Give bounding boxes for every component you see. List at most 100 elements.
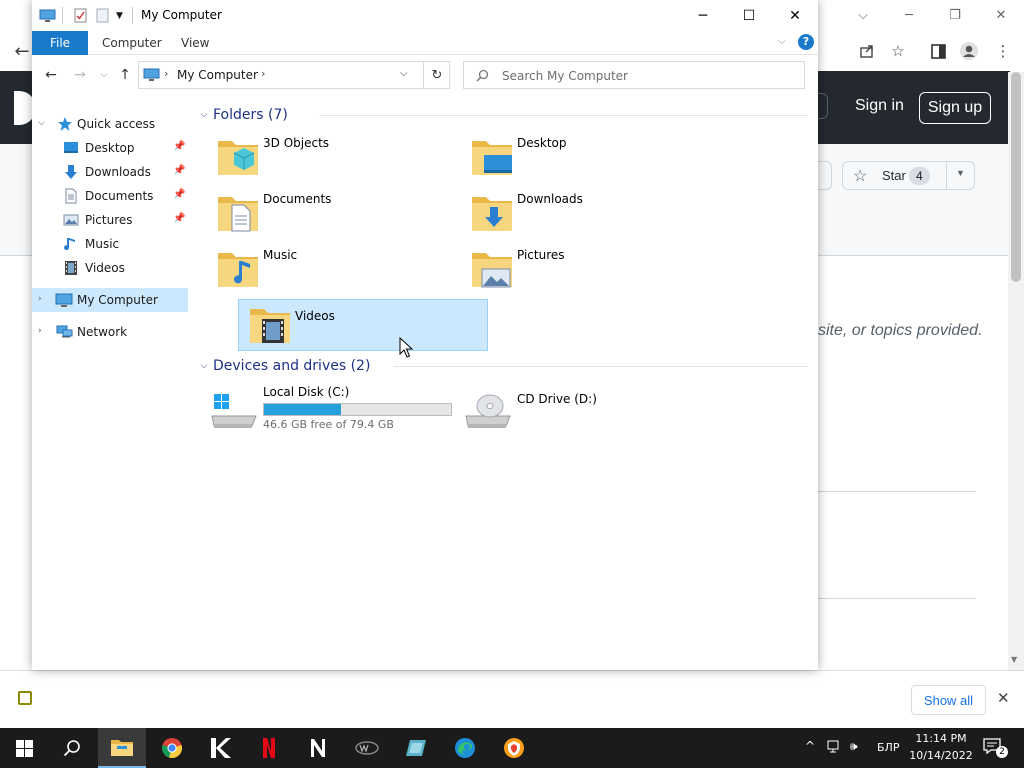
search-box[interactable] — [463, 61, 805, 89]
folder-pictures[interactable]: Pictures — [460, 243, 710, 295]
help-icon[interactable]: ? — [798, 34, 814, 50]
browser-restore-button[interactable]: ❐ — [932, 0, 978, 30]
explorer-title-bar[interactable]: ▼ My Computer ─ ☐ ✕ — [32, 0, 818, 31]
chrome-icon[interactable] — [148, 728, 196, 768]
folder-videos[interactable]: Videos — [238, 299, 488, 351]
browser-scrollbar-thumb[interactable] — [1011, 72, 1021, 282]
divider — [818, 491, 976, 492]
forward-button[interactable]: → — [70, 65, 90, 85]
network-tray-icon[interactable] — [827, 739, 843, 756]
sidebar-item-network[interactable]: › Network — [32, 320, 188, 344]
breadcrumb-my-computer[interactable]: My Computer — [177, 68, 258, 82]
profile-avatar-icon[interactable] — [957, 39, 981, 63]
side-panel-icon[interactable] — [926, 39, 950, 63]
clock-time[interactable]: 11:14 PM — [908, 732, 974, 745]
pin-icon[interactable]: 📌 — [173, 165, 185, 176]
tray-overflow-chevron-icon[interactable]: ^ — [805, 739, 815, 753]
bookmark-star-icon[interactable]: ☆ — [886, 39, 910, 63]
scroll-down-arrow-icon[interactable]: ▼ — [1011, 655, 1017, 664]
browser-close-button[interactable]: ✕ — [978, 0, 1024, 30]
star-dropdown-caret-icon[interactable]: ▼ — [956, 168, 965, 178]
sidebar-item-label: Documents — [85, 189, 154, 203]
notification-center-icon[interactable]: 2 — [983, 738, 1008, 758]
app-shield-icon[interactable] — [490, 728, 538, 768]
recent-locations-chevron-icon[interactable]: ⌵ — [94, 65, 114, 85]
close-button[interactable]: ✕ — [772, 0, 818, 31]
folder-desktop[interactable]: Desktop — [460, 131, 710, 183]
windows-start-icon[interactable] — [0, 728, 48, 768]
drive-local-disk-c[interactable]: Local Disk (C:) 46.6 GB free of 79.4 GB — [206, 384, 456, 440]
sign-up-button[interactable]: Sign up — [919, 92, 991, 124]
search-icon[interactable] — [48, 728, 96, 768]
address-history-dropdown-icon[interactable]: ⌵ — [400, 68, 408, 79]
folder-label: Documents — [263, 192, 332, 206]
chevron-down-icon[interactable]: ⌵ — [38, 118, 45, 128]
pin-icon[interactable]: 📌 — [173, 141, 185, 152]
download-file-icon[interactable] — [18, 691, 32, 705]
devices-group-header[interactable]: ⌵ Devices and drives (2) — [196, 355, 371, 377]
share-icon[interactable] — [855, 39, 879, 63]
sidebar-item-label: Videos — [85, 261, 125, 275]
new-folder-icon[interactable] — [96, 7, 109, 24]
sidebar-item-documents[interactable]: Documents 📌 — [32, 184, 188, 208]
sidebar-item-downloads[interactable]: Downloads 📌 — [32, 160, 188, 184]
volume-icon[interactable]: 🕪 — [850, 739, 858, 754]
folder-music[interactable]: Music — [206, 243, 456, 295]
chevron-right-icon[interactable]: › — [38, 326, 42, 336]
browser-scrollbar[interactable] — [1008, 72, 1024, 670]
search-input[interactable] — [502, 67, 792, 85]
tab-computer[interactable]: Computer — [90, 31, 174, 55]
browser-menu-kebab-icon[interactable]: ⋮ — [991, 39, 1015, 63]
sidebar-item-videos[interactable]: Videos — [32, 256, 188, 280]
star-label: Star — [882, 168, 906, 183]
customize-quick-access-dropdown-icon[interactable]: ▼ — [116, 7, 123, 24]
chevron-right-icon[interactable]: › — [38, 294, 42, 304]
refresh-button[interactable]: ↻ — [423, 61, 450, 89]
sidebar-item-desktop[interactable]: Desktop 📌 — [32, 136, 188, 160]
back-button[interactable]: ← — [41, 65, 61, 85]
edge-icon[interactable] — [441, 728, 489, 768]
chevron-down-icon[interactable]: ⌵ — [196, 110, 212, 120]
tab-file[interactable]: File — [32, 31, 88, 55]
clock-date[interactable]: 10/14/2022 — [908, 749, 974, 762]
maximize-button[interactable]: ☐ — [726, 0, 772, 31]
expand-ribbon-chevron-icon[interactable]: ⌵ — [778, 36, 786, 47]
up-button[interactable]: ↑ — [115, 65, 135, 85]
breadcrumb-separator-icon[interactable]: › — [164, 67, 168, 80]
app-blue-icon[interactable] — [392, 728, 440, 768]
computer-icon[interactable] — [39, 7, 56, 24]
sidebar-item-quick-access[interactable]: ⌵ Quick access — [32, 112, 188, 136]
folder-downloads[interactable]: Downloads — [460, 187, 710, 239]
sidebar-item-music[interactable]: Music — [32, 232, 188, 256]
pin-icon[interactable]: 📌 — [173, 213, 185, 224]
netflix-icon[interactable] — [245, 728, 293, 768]
input-language-indicator[interactable]: БЛР — [877, 741, 899, 754]
folder-documents[interactable]: Documents — [206, 187, 456, 239]
tab-search-chevron-icon[interactable]: ⌵ — [840, 0, 886, 30]
app-k-icon[interactable] — [196, 728, 244, 768]
star-button[interactable]: ☆ Star 4 ▼ — [842, 161, 975, 190]
notion-icon[interactable] — [294, 728, 342, 768]
folder-label: Downloads — [517, 192, 583, 206]
drive-free-space: 46.6 GB free of 79.4 GB — [263, 418, 394, 431]
close-download-bar-icon[interactable]: ✕ — [997, 689, 1010, 707]
minimize-button[interactable]: ─ — [680, 0, 726, 31]
show-all-downloads-button[interactable]: Show all — [911, 685, 986, 715]
music-folder-icon — [218, 253, 258, 287]
wd-icon[interactable] — [343, 728, 391, 768]
pin-icon[interactable]: 📌 — [173, 189, 185, 200]
browser-minimize-button[interactable]: ─ — [886, 0, 932, 30]
properties-icon[interactable] — [74, 7, 87, 24]
breadcrumb-separator-icon[interactable]: › — [261, 67, 265, 80]
address-bar[interactable]: › My Computer › ⌵ — [138, 61, 450, 89]
folders-group-header[interactable]: ⌵ Folders (7) — [196, 104, 288, 126]
back-arrow-icon[interactable]: ← — [10, 39, 34, 63]
drive-cd-d[interactable]: CD Drive (D:) — [460, 384, 710, 440]
sidebar-item-pictures[interactable]: Pictures 📌 — [32, 208, 188, 232]
chevron-down-icon[interactable]: ⌵ — [196, 361, 212, 371]
tab-view[interactable]: View — [169, 31, 221, 55]
file-explorer-icon[interactable] — [98, 728, 146, 768]
sidebar-item-my-computer[interactable]: › My Computer — [32, 288, 188, 312]
sign-in-link[interactable]: Sign in — [855, 97, 904, 115]
folder-3d-objects[interactable]: 3D Objects — [206, 131, 456, 183]
